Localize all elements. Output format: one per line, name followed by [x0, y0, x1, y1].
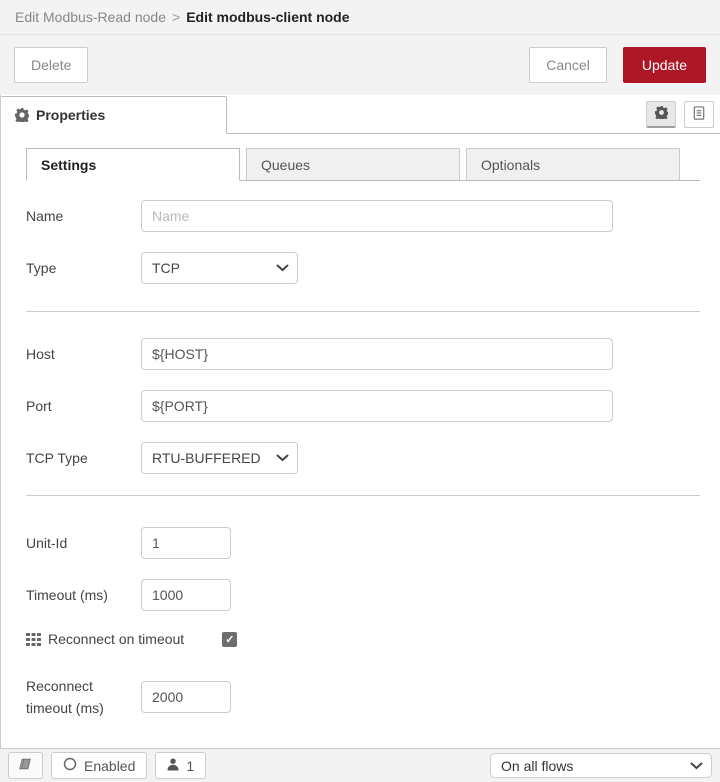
instance-count-button[interactable]: 1 — [155, 752, 207, 779]
tcp-type-select[interactable]: RTU-BUFFERED — [141, 442, 298, 474]
tab-properties[interactable]: Properties — [1, 96, 227, 134]
host-label: Host — [26, 346, 55, 362]
reconnect-on-timeout-label: Reconnect on timeout — [48, 631, 185, 647]
breadcrumb: Edit Modbus-Read node > Edit modbus-clie… — [0, 0, 720, 35]
host-row: Host — [26, 338, 700, 370]
enabled-label: Enabled — [84, 757, 136, 774]
unit-id-row: Unit-Id — [26, 527, 700, 559]
circle-icon — [63, 757, 77, 774]
type-row: Type TCP — [26, 252, 700, 284]
delete-button[interactable]: Delete — [14, 47, 89, 83]
reconnect-timeout-label: Reconnect timeout (ms) — [26, 678, 104, 717]
properties-actions — [646, 101, 714, 128]
timeout-input[interactable] — [141, 579, 231, 611]
section-divider — [26, 495, 700, 496]
edit-dialog-content: Properties Settings Queues Optionals Nam… — [0, 95, 720, 748]
name-row: Name — [26, 200, 700, 232]
library-button[interactable] — [8, 752, 43, 779]
reconnect-on-timeout-checkbox[interactable] — [222, 631, 238, 647]
tab-queues[interactable]: Queues — [246, 148, 460, 180]
reconnect-timeout-input[interactable] — [141, 681, 231, 714]
port-input[interactable] — [141, 390, 613, 422]
instance-count: 1 — [186, 757, 195, 774]
tcp-type-label: TCP Type — [26, 450, 88, 466]
update-button[interactable]: Update — [622, 47, 706, 83]
node-description-button[interactable] — [684, 101, 714, 128]
settings-tab-bar: Settings Queues Optionals — [26, 148, 700, 181]
port-row: Port — [26, 390, 700, 422]
breadcrumb-parent-link[interactable]: Edit Modbus-Read node — [15, 9, 166, 25]
name-input[interactable] — [141, 200, 613, 232]
timeout-row: Timeout (ms) — [26, 579, 700, 611]
properties-tab-label: Properties — [36, 107, 106, 123]
unit-id-label: Unit-Id — [26, 535, 68, 551]
section-divider — [26, 311, 700, 312]
enabled-toggle-button[interactable]: Enabled — [51, 752, 148, 779]
properties-tab-row: Properties — [1, 95, 720, 134]
type-label: Type — [26, 260, 57, 276]
breadcrumb-separator: > — [172, 9, 181, 25]
tab-settings[interactable]: Settings — [26, 148, 240, 181]
host-input[interactable] — [141, 338, 613, 370]
timeout-label: Timeout (ms) — [26, 587, 108, 603]
gear-icon — [15, 108, 29, 122]
user-icon — [167, 758, 179, 774]
dialog-footer: Enabled 1 On all flows — [0, 748, 720, 782]
tcp-type-row: TCP Type RTU-BUFFERED — [26, 442, 700, 474]
tab-optionals[interactable]: Optionals — [466, 148, 680, 180]
name-label: Name — [26, 208, 64, 224]
grid-icon — [26, 632, 41, 646]
unit-id-input[interactable] — [141, 527, 231, 559]
scope-select[interactable]: On all flows — [490, 753, 712, 778]
gear-icon — [654, 106, 669, 122]
edit-toolbar: Delete Cancel Update — [0, 35, 720, 95]
port-label: Port — [26, 398, 52, 414]
book-icon — [18, 757, 33, 774]
reconnect-timeout-row: Reconnect timeout (ms) — [26, 675, 700, 720]
breadcrumb-current: Edit modbus-client node — [186, 9, 350, 25]
node-properties-button[interactable] — [646, 101, 676, 128]
cancel-button[interactable]: Cancel — [529, 47, 607, 83]
document-icon — [692, 105, 706, 124]
settings-form: Name Type TCP Host Port TCP Type — [1, 181, 720, 720]
type-select[interactable]: TCP — [141, 252, 298, 284]
reconnect-on-timeout-row: Reconnect on timeout — [26, 631, 700, 647]
